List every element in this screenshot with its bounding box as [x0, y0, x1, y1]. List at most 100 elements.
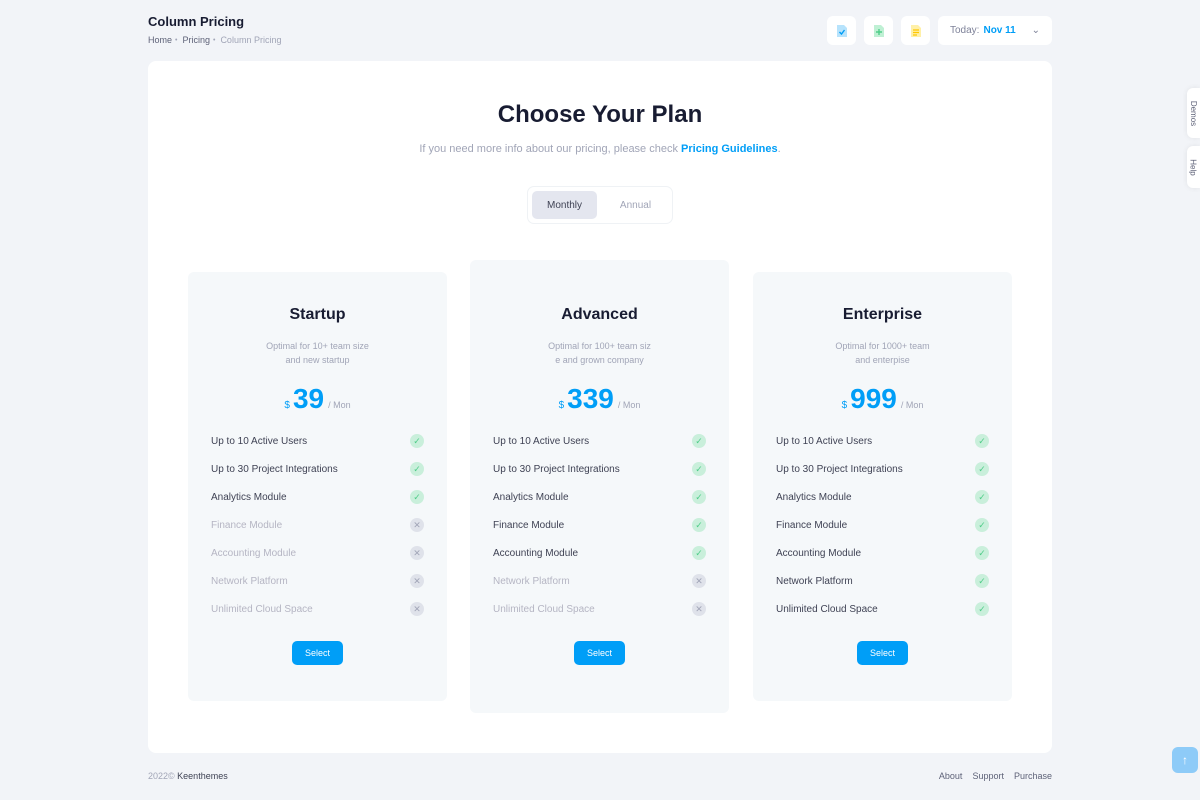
check-circle-icon: ✓: [692, 518, 706, 532]
plan-description-line: and new startup: [285, 355, 350, 365]
feature-label: Up to 30 Project Integrations: [493, 463, 620, 475]
feature-row: Accounting Module ✓: [493, 539, 706, 567]
plan-startup: Startup Optimal for 10+ team size and ne…: [188, 272, 447, 701]
arrow-up-icon: ↑: [1182, 753, 1188, 767]
file-check-icon: [836, 24, 847, 37]
footer-year: 2022©: [148, 771, 175, 781]
footer-link-support[interactable]: Support: [972, 771, 1004, 781]
feature-row: Unlimited Cloud Space ✕: [493, 595, 706, 623]
feature-label: Network Platform: [776, 575, 853, 587]
select-startup-button[interactable]: Select: [292, 641, 343, 665]
date-picker-button[interactable]: Today: Nov 11 ⌄: [938, 16, 1052, 45]
plan-description-line: and enterpise: [855, 355, 910, 365]
plan-enterprise: Enterprise Optimal for 1000+ team and en…: [753, 272, 1012, 701]
price-amount: 339: [567, 383, 614, 414]
feature-list: Up to 10 Active Users ✓ Up to 30 Project I…: [211, 427, 424, 623]
billing-toggle: Monthly Annual: [527, 186, 673, 224]
feature-row: Unlimited Cloud Space ✕: [211, 595, 424, 623]
plan-name: Enterprise: [842, 306, 923, 323]
pricing-guidelines-link[interactable]: Pricing Guidelines: [681, 143, 778, 155]
check-circle-icon: ✓: [410, 490, 424, 504]
feature-row: Up to 30 Project Integrations ✓: [776, 455, 989, 483]
feature-row: Finance Module ✓: [776, 511, 989, 539]
breadcrumb-separator: •: [212, 36, 216, 44]
date-prefix: Today:: [950, 25, 980, 36]
price-period: / Mon: [328, 400, 351, 410]
feature-row: Up to 10 Active Users ✓: [776, 427, 989, 455]
plan-description-line: Optimal for 1000+ team: [835, 341, 930, 351]
feature-label: Analytics Module: [211, 491, 287, 503]
footer-link-purchase[interactable]: Purchase: [1014, 771, 1052, 781]
breadcrumb-home[interactable]: Home: [148, 35, 172, 45]
file-plus-button[interactable]: [864, 16, 893, 45]
feature-row: Up to 10 Active Users ✓: [211, 427, 424, 455]
feature-row: Network Platform ✕: [211, 567, 424, 595]
feature-label: Finance Module: [776, 519, 848, 531]
breadcrumb-pricing[interactable]: Pricing: [182, 35, 210, 45]
subheading-end: .: [777, 143, 781, 155]
feature-row: Accounting Module ✓: [776, 539, 989, 567]
feature-row: Analytics Module ✓: [493, 483, 706, 511]
price-amount: 999: [850, 383, 897, 414]
scroll-top-button[interactable]: ↑: [1172, 747, 1198, 773]
feature-label: Accounting Module: [493, 547, 579, 559]
pricing-subheading: If you need more info about our pricing,…: [148, 143, 1052, 155]
price-period: / Mon: [900, 400, 924, 410]
check-circle-icon: ✓: [975, 518, 989, 532]
demos-side-tab[interactable]: Demos: [1187, 88, 1200, 138]
plan-description: Optimal for 100+ team siz e and grown co…: [535, 339, 665, 367]
plan-price: $ 39 / Mon: [188, 383, 447, 415]
feature-label: Unlimited Cloud Space: [493, 603, 595, 615]
plan-name: Startup: [289, 306, 346, 323]
feature-label: Up to 10 Active Users: [211, 435, 308, 447]
feature-row: Accounting Module ✕: [211, 539, 424, 567]
feature-row: Up to 30 Project Integrations ✓: [493, 455, 706, 483]
feature-label: Analytics Module: [493, 491, 569, 503]
feature-list: Up to 10 Active Users ✓ Up to 30 Project I…: [493, 427, 706, 623]
select-enterprise-button[interactable]: Select: [857, 641, 908, 665]
price-period: / Mon: [617, 400, 641, 410]
plan-price: $ 999 / Mon: [753, 383, 1012, 415]
toggle-monthly[interactable]: Monthly: [532, 191, 597, 219]
check-circle-icon: ✓: [692, 462, 706, 476]
feature-row: Up to 10 Active Users ✓: [493, 427, 706, 455]
page-header: Column Pricing Home • Pricing • Column Pri…: [148, 14, 281, 45]
check-circle-icon: ✓: [410, 434, 424, 448]
plan-price: $ 339 / Mon: [470, 383, 729, 415]
feature-label: Up to 10 Active Users: [776, 435, 873, 447]
feature-label: Network Platform: [493, 575, 570, 587]
plan-description-line: Optimal for 10+ team size: [266, 341, 369, 351]
feature-row: Analytics Module ✓: [211, 483, 424, 511]
breadcrumb-current: Column Pricing: [220, 35, 282, 45]
breadcrumb: Home • Pricing • Column Pricing: [148, 35, 281, 45]
feature-label: Unlimited Cloud Space: [776, 603, 878, 615]
plan-advanced: Advanced Optimal for 100+ team siz e and…: [470, 260, 729, 713]
feature-row: Unlimited Cloud Space ✓: [776, 595, 989, 623]
feature-label: Network Platform: [211, 575, 288, 587]
feature-label: Finance Module: [211, 519, 283, 531]
check-circle-icon: ✓: [692, 490, 706, 504]
plan-description-line: e and grown company: [555, 355, 644, 365]
footer-link-about[interactable]: About: [939, 771, 963, 781]
feature-label: Up to 30 Project Integrations: [211, 463, 338, 475]
help-label: Help: [1189, 158, 1199, 176]
check-circle-icon: ✓: [692, 546, 706, 560]
pricing-card: Choose Your Plan If you need more info a…: [148, 61, 1052, 753]
price-currency: $: [558, 400, 565, 411]
select-advanced-button[interactable]: Select: [574, 641, 625, 665]
file-text-button[interactable]: [901, 16, 930, 45]
date-value: Nov 11: [983, 25, 1016, 36]
footer-brand-link[interactable]: Keenthemes: [177, 771, 228, 781]
chevron-down-icon: ⌄: [1031, 25, 1040, 36]
cross-circle-icon: ✕: [410, 518, 424, 532]
footer-copyright: 2022© Keenthemes: [148, 771, 228, 781]
page-title: Column Pricing: [148, 14, 245, 29]
feature-label: Finance Module: [493, 519, 565, 531]
file-check-button[interactable]: [827, 16, 856, 45]
plan-name: Advanced: [561, 306, 638, 323]
toggle-annual[interactable]: Annual: [603, 191, 668, 219]
toolbar: Today: Nov 11 ⌄: [827, 16, 1052, 45]
help-side-tab[interactable]: Help: [1187, 146, 1200, 188]
pricing-heading: Choose Your Plan: [497, 101, 703, 128]
cross-circle-icon: ✕: [410, 574, 424, 588]
